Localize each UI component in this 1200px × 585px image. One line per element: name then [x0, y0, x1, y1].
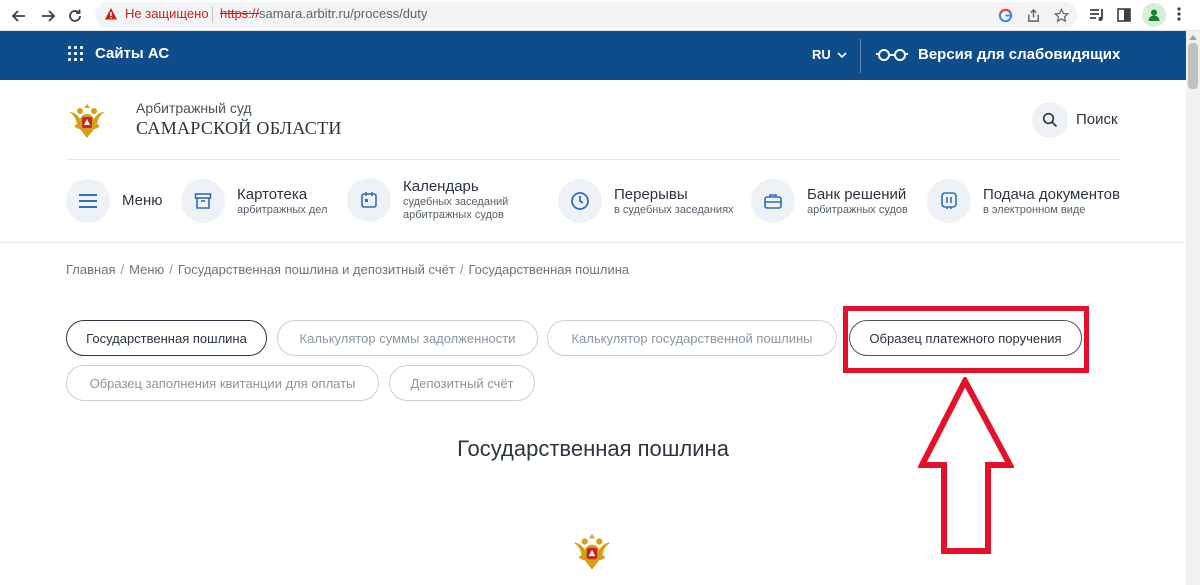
menu-item-subtitle-2: арбитражных судов: [403, 209, 504, 221]
document-upload-icon: [927, 179, 971, 223]
menu-item-title: Меню: [122, 192, 163, 209]
header-divider: [66, 159, 1120, 160]
security-status[interactable]: Не защищено: [125, 6, 209, 21]
topbar-divider: [860, 39, 861, 73]
omnibox-divider: [212, 7, 213, 23]
star-icon[interactable]: [1052, 6, 1070, 24]
court-name-line1: Арбитражный суд: [136, 100, 252, 116]
grid-dots-icon: [68, 46, 83, 61]
menu-item-title: Календарь: [403, 178, 479, 195]
menu-item-decisions-bank[interactable]: Банк решений арбитражных судов: [751, 179, 908, 223]
glasses-icon: [876, 48, 908, 61]
menu-item-document-filing[interactable]: Подача документов в электронном виде: [927, 179, 1120, 223]
menu-item-breaks[interactable]: Перерывы в судебных заседаниях: [558, 179, 734, 223]
breadcrumb-item-current: Государственная пошлина: [468, 262, 630, 277]
share-icon[interactable]: [1024, 6, 1042, 24]
menu-item-subtitle: в электронном виде: [983, 203, 1086, 216]
page-root: Не защищено https://samara.arbitr.ru/pro…: [0, 0, 1200, 585]
menu-item-menu[interactable]: Меню: [66, 179, 163, 223]
browser-menu-icon[interactable]: [1177, 6, 1181, 27]
coat-of-arms-icon: [570, 530, 614, 583]
url-protocol: https://: [220, 6, 260, 21]
side-panel-icon[interactable]: [1115, 6, 1133, 24]
briefcase-icon: [751, 179, 795, 223]
breadcrumb: Главная / Меню / Государственная пошлина и…: [66, 262, 630, 277]
menu-item-subtitle: арбитражных судов: [807, 203, 908, 216]
menu-item-subtitle: судебных заседаний: [403, 196, 509, 208]
profile-avatar-icon[interactable]: [1142, 3, 1166, 27]
menu-item-title: Подача документов: [983, 185, 1120, 203]
menu-item-title: Банк решений: [807, 185, 907, 203]
url-text[interactable]: https://samara.arbitr.ru/process/duty: [220, 6, 427, 21]
archive-box-icon: [181, 179, 225, 223]
page-scrollbar[interactable]: [1186, 31, 1200, 585]
breadcrumb-item-home[interactable]: Главная: [66, 262, 115, 277]
url-path: samara.arbitr.ru/process/duty: [259, 6, 428, 21]
menu-item-title: Перерывы: [614, 185, 688, 203]
language-selector[interactable]: RU: [812, 47, 847, 62]
tab-deposit-account[interactable]: Депозитный счёт: [389, 365, 535, 401]
calendar-icon: [347, 178, 391, 222]
google-icon[interactable]: [996, 6, 1014, 24]
menu-item-card-index[interactable]: Картотека арбитражных дел: [181, 179, 327, 223]
tab-state-duty[interactable]: Государственная пошлина: [66, 320, 267, 356]
chevron-down-icon: [837, 51, 847, 58]
menu-item-subtitle: арбитражных дел: [237, 203, 328, 216]
accessibility-version-link[interactable]: Версия для слабовидящих: [876, 46, 1120, 63]
annotation-arrow-up-icon: [918, 377, 1014, 554]
search-button[interactable]: [1032, 102, 1068, 138]
menu-item-title: Картотека: [237, 185, 308, 203]
breadcrumb-item-duty-deposit[interactable]: Государственная пошлина и депозитный счё…: [178, 262, 455, 277]
breadcrumb-item-menu[interactable]: Меню: [129, 262, 164, 277]
court-name-line2: САМАРСКОЙ ОБЛАСТИ: [136, 118, 342, 138]
reading-list-icon[interactable]: [1088, 6, 1106, 24]
menu-divider: [0, 242, 1186, 243]
warning-triangle-icon: [104, 7, 118, 26]
tab-receipt-sample[interactable]: Образец заполнения квитанции для оплаты: [66, 365, 379, 401]
tab-duty-calculator[interactable]: Калькулятор государственной пошлины: [547, 320, 837, 356]
browser-toolbar: Не защищено https://samara.arbitr.ru/pro…: [0, 0, 1200, 31]
scroll-up-arrow-icon[interactable]: [1189, 35, 1197, 40]
tab-debt-calculator[interactable]: Калькулятор суммы задолженности: [277, 320, 538, 356]
menu-item-calendar[interactable]: Календарь судебных заседаний арбитражных…: [347, 178, 508, 222]
language-label: RU: [812, 47, 831, 62]
search-icon: [1042, 112, 1058, 128]
annotation-highlight-box: [843, 306, 1089, 373]
reload-icon[interactable]: [64, 6, 86, 26]
accessibility-label: Версия для слабовидящих: [918, 46, 1121, 63]
back-arrow-icon[interactable]: [8, 6, 30, 26]
sites-label: Сайты АС: [95, 45, 170, 62]
site-topbar: Сайты АС RU Версия для слабовидящих: [0, 31, 1186, 80]
menu-item-subtitle: в судебных заседаниях: [614, 203, 734, 216]
search-label[interactable]: Поиск: [1076, 111, 1118, 128]
scroll-thumb[interactable]: [1188, 43, 1198, 89]
clock-icon: [558, 179, 602, 223]
hamburger-icon: [66, 179, 110, 223]
sites-menu-button[interactable]: Сайты АС: [68, 45, 169, 62]
court-emblem-icon[interactable]: [66, 100, 108, 147]
forward-arrow-icon[interactable]: [37, 6, 59, 26]
